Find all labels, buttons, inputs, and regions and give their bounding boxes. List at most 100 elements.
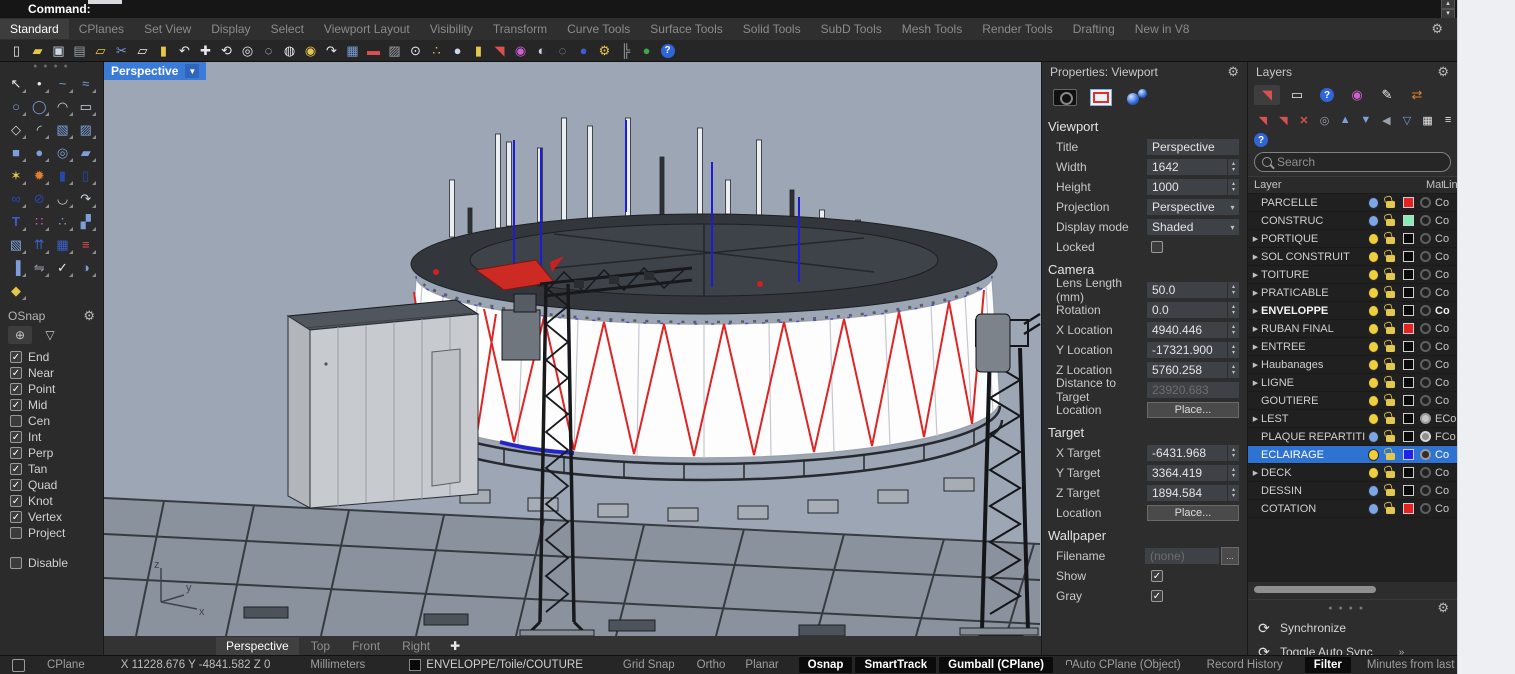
material-icon[interactable]	[1420, 197, 1431, 208]
layer-row[interactable]: COTATIONCo	[1248, 500, 1457, 518]
osnap-points-icon[interactable]: ∴	[426, 41, 447, 61]
material-icon[interactable]	[1420, 341, 1431, 352]
visibility-bulb-icon[interactable]	[1368, 395, 1379, 407]
layer-manager-icon[interactable]: ◥	[489, 41, 510, 61]
layer-color-swatch[interactable]	[1403, 323, 1414, 334]
visibility-bulb-icon[interactable]	[1368, 359, 1379, 371]
lamp-icon[interactable]: ●	[447, 41, 468, 61]
osnap-gear-icon[interactable]: ⚙	[83, 308, 95, 324]
tool-control-points[interactable]: ▞	[75, 210, 97, 233]
height-field[interactable]: 1000▴▾	[1147, 179, 1239, 195]
status-record-history[interactable]: Record History	[1207, 659, 1283, 671]
visibility-bulb-icon[interactable]	[1368, 467, 1379, 479]
undo-icon[interactable]: ↶	[174, 41, 195, 61]
move-left-icon[interactable]: ◀	[1378, 111, 1396, 129]
checkbox[interactable]	[10, 527, 22, 539]
palette-drag-handle[interactable]: ● ● ● ●	[0, 62, 103, 71]
layer-row[interactable]: PLAQUE REPARTITIFCo	[1248, 428, 1457, 446]
tool-sweep[interactable]: ◆	[5, 279, 27, 302]
material-icon[interactable]	[1420, 395, 1431, 406]
menu-tab-viewport-layout[interactable]: Viewport Layout	[314, 19, 420, 39]
osnap-tan[interactable]: ✓Tan	[10, 461, 103, 477]
menu-tab-subd-tools[interactable]: SubD Tools	[811, 19, 892, 39]
spinner[interactable]: ▴▾	[1227, 322, 1239, 338]
properties-gear-icon[interactable]: ⚙	[1227, 64, 1239, 80]
render-sphere-icon[interactable]: ●	[573, 41, 594, 61]
expand-icon[interactable]: ▶	[1250, 379, 1261, 387]
visibility-bulb-icon[interactable]	[1368, 431, 1379, 443]
material-icon[interactable]	[1420, 269, 1431, 280]
pan-icon[interactable]: ✚	[195, 41, 216, 61]
viewport-title-tab[interactable]: Perspective ▼	[104, 62, 206, 80]
layer-row[interactable]: ▶TOITURECo	[1248, 266, 1457, 284]
more-chevron-icon[interactable]: »	[1399, 647, 1405, 656]
spinner[interactable]: ▴▾	[1227, 179, 1239, 195]
named-views-icon[interactable]: ▨	[384, 41, 405, 61]
checkbox[interactable]: ✓	[10, 383, 22, 395]
status-current-layer[interactable]: ENVELOPPE/Toile/COUTURE	[409, 659, 583, 671]
expand-icon[interactable]: ▶	[1250, 469, 1261, 477]
viewport-tab-top[interactable]: Top	[301, 637, 340, 655]
tool-explode-block[interactable]: ✹	[28, 164, 50, 187]
unlock-icon[interactable]	[1386, 417, 1395, 424]
layers-gear-icon[interactable]: ⚙	[1437, 64, 1449, 80]
menu-tab-standard[interactable]: Standard	[0, 19, 69, 39]
y-location-field[interactable]: -17321.900▴▾	[1147, 342, 1239, 358]
unlock-icon[interactable]	[1386, 309, 1395, 316]
unlock-icon[interactable]	[1386, 219, 1395, 226]
copy-icon[interactable]: ▱	[132, 41, 153, 61]
layer-color-swatch[interactable]	[1403, 269, 1414, 280]
osnap-project[interactable]: Project	[10, 525, 103, 541]
tool-curve-sketch[interactable]: ≈	[75, 72, 97, 95]
expand-icon[interactable]: ▶	[1250, 253, 1261, 261]
cplane-widget-icon[interactable]	[12, 659, 25, 672]
tool-array-rect[interactable]: ▦	[52, 233, 74, 256]
viewport-perspective[interactable]: Perspective ▼	[104, 62, 1041, 636]
horizontal-scrollbar[interactable]	[1254, 586, 1451, 593]
checkbox[interactable]	[10, 557, 22, 569]
menu-tab-render-tools[interactable]: Render Tools	[972, 19, 1063, 39]
layer-row[interactable]: CONSTRUCCo	[1248, 212, 1457, 230]
menu-tab-surface-tools[interactable]: Surface Tools	[640, 19, 733, 39]
osnap-mid[interactable]: ✓Mid	[10, 397, 103, 413]
layer-color-swatch[interactable]	[1403, 233, 1414, 244]
paste-icon[interactable]: ▮	[153, 41, 174, 61]
layer-row[interactable]: ▶DECKCo	[1248, 464, 1457, 482]
checkbox[interactable]: ✓	[10, 447, 22, 459]
layer-color-swatch[interactable]	[1403, 449, 1414, 460]
menu-tab-new-in-v8[interactable]: New in V8	[1125, 19, 1200, 39]
tool-arc[interactable]: ◠	[52, 95, 74, 118]
tool-torus[interactable]: ◎	[52, 141, 74, 164]
select-objects-icon[interactable]: ◎	[1316, 111, 1334, 129]
filter-icon[interactable]: ▽	[1398, 111, 1416, 129]
menu-tab-display[interactable]: Display	[201, 19, 260, 39]
status-planar[interactable]: Planar	[745, 659, 778, 671]
tool-circle[interactable]: ○	[5, 95, 27, 118]
layer-row[interactable]: DESSINCo	[1248, 482, 1457, 500]
layers-tab-icon[interactable]: ◥	[1254, 85, 1280, 105]
earth-render-icon[interactable]: ●	[636, 41, 657, 61]
show-checkbox[interactable]: ✓	[1151, 570, 1163, 582]
viewport-menu-arrow-icon[interactable]: ▼	[185, 64, 199, 78]
tool-polygon[interactable]: ◇	[5, 118, 27, 141]
material-icon[interactable]	[1420, 305, 1431, 316]
zoom-icon[interactable]: ◎	[237, 41, 258, 61]
checkbox[interactable]: ✓	[10, 479, 22, 491]
osnap-quad[interactable]: ✓Quad	[10, 477, 103, 493]
zoom-selected-icon[interactable]: ◉	[300, 41, 321, 61]
menu-tab-mesh-tools[interactable]: Mesh Tools	[892, 19, 972, 39]
expand-icon[interactable]: ▶	[1250, 415, 1261, 423]
shaded-sphere-icon[interactable]: ◐	[531, 41, 552, 61]
tool-curve-fillet[interactable]: ◜	[28, 118, 50, 141]
dotted-sphere-icon[interactable]: ◌	[552, 41, 573, 61]
layer-row[interactable]: ▶PRATICABLECo	[1248, 284, 1457, 302]
tool-box[interactable]: ■	[5, 141, 27, 164]
layer-color-swatch[interactable]	[1403, 377, 1414, 388]
osnap-near[interactable]: ✓Near	[10, 365, 103, 381]
history-tab-icon[interactable]: ⇄	[1404, 85, 1430, 105]
material-icon[interactable]	[1420, 233, 1431, 244]
annotation-tab-icon[interactable]: ✎	[1374, 85, 1400, 105]
osnap-end[interactable]: ✓End	[10, 349, 103, 365]
checkbox[interactable]: ✓	[10, 463, 22, 475]
menu-tab-drafting[interactable]: Drafting	[1063, 19, 1125, 39]
